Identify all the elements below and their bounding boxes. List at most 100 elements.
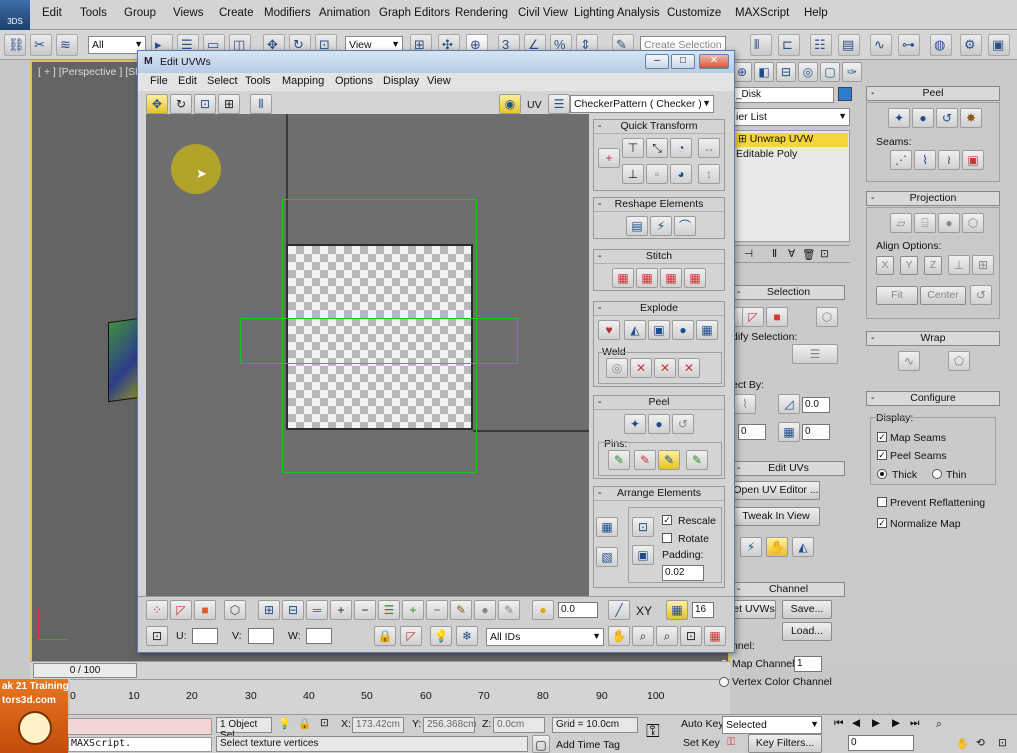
y-coord-field[interactable]: 256.368cm <box>423 717 476 733</box>
center-button[interactable]: Center <box>920 286 966 305</box>
expand-seams-icon[interactable]: ≀ <box>938 150 960 170</box>
view-align-icon[interactable]: ⊞ <box>972 255 994 275</box>
z-coord-field[interactable]: 0.0cm <box>493 717 545 733</box>
prev-frame-icon[interactable]: ◀ <box>852 717 860 729</box>
zoom-extents-icon[interactable]: ⊡ <box>680 626 702 646</box>
arrange-head[interactable]: - Arrange Elements <box>594 487 724 501</box>
dialog-titlebar[interactable]: M Edit UVWs – □ ✕ <box>138 51 734 73</box>
peel-quick-icon[interactable]: ✦ <box>888 108 910 128</box>
rotate-checkbox[interactable] <box>662 533 672 543</box>
menu-create[interactable]: Create <box>219 7 254 19</box>
freeze-icon[interactable]: 💡 <box>430 626 452 646</box>
rescale-checkbox[interactable]: ✓ <box>662 515 672 525</box>
render-setup-icon[interactable]: ⚙ <box>960 34 982 56</box>
unlink-icon[interactable]: ✂ <box>30 34 52 56</box>
best-align-icon[interactable]: ⊥ <box>948 255 970 275</box>
remove-modifier-icon[interactable]: 🗑 <box>802 248 815 261</box>
rotate-tool-icon[interactable]: ↻ <box>170 94 192 114</box>
set-pivot-icon[interactable]: + <box>598 148 620 168</box>
space-vertical-icon[interactable]: ↕ <box>698 164 720 184</box>
absolute-mode-icon[interactable]: ⊡ <box>146 626 168 646</box>
grid-size-spinner[interactable]: 16 <box>692 602 714 618</box>
expand-icon[interactable]: ⊞ <box>738 133 750 145</box>
falloff-spinner[interactable]: 0.0 <box>558 602 598 618</box>
display-tab-icon[interactable]: ▢ <box>820 62 840 82</box>
edge-mode-icon[interactable]: ◸ <box>170 600 192 620</box>
uv-options-icon[interactable]: ☰ <box>548 94 570 114</box>
material-ids-dropdown[interactable]: All IDs ▼ <box>486 628 604 646</box>
quick-planar-icon[interactable]: ⚡ <box>740 537 762 557</box>
uv-shell-horizontal[interactable] <box>240 318 518 364</box>
break-icon[interactable]: ♥ <box>598 320 620 340</box>
pan-icon[interactable]: ✋ <box>608 626 630 646</box>
snap-toggle-icon[interactable]: ▦ <box>666 600 688 620</box>
configure-rollout-head[interactable]: - Configure <box>866 391 1000 406</box>
align-x-button[interactable]: X <box>876 256 894 275</box>
maximize-viewport-icon[interactable]: ⊡ <box>998 737 1007 749</box>
zoom-icon[interactable]: ⌕ <box>632 626 654 646</box>
show-end-result-icon[interactable]: Ⅱ <box>772 248 777 260</box>
planar-map-icon[interactable]: ▱ <box>890 213 912 233</box>
close-button[interactable]: ✕ <box>699 54 729 69</box>
minus-icon[interactable]: − <box>354 600 376 620</box>
texture-map-dropdown[interactable]: CheckerPattern ( Checker ) ▼ <box>570 95 714 113</box>
menu-lighting-analysis[interactable]: Lighting Analysis <box>574 7 660 19</box>
stack-item-unwrap[interactable]: ⊞ Unwrap UVW <box>734 133 848 147</box>
graphite-icon[interactable]: ▤ <box>838 34 860 56</box>
group-pack-icon[interactable]: ⊡ <box>632 517 654 537</box>
link-icon[interactable]: ⛓ <box>4 34 26 56</box>
menu-customize[interactable]: Customize <box>667 7 721 19</box>
projection-rollout-head[interactable]: - Projection <box>866 191 1000 206</box>
select-by-grid-icon[interactable]: ▦ <box>778 422 800 442</box>
edge-sel-to-seams-icon[interactable]: ⌇ <box>914 150 936 170</box>
u-spinner[interactable] <box>192 628 218 644</box>
rotate-minus-90-icon[interactable]: ◕ <box>670 164 692 184</box>
show-map-icon[interactable]: ◉ <box>499 94 521 114</box>
mirror-icon[interactable]: ⫴ <box>750 34 772 56</box>
select-by-angle-icon[interactable]: ◿ <box>778 394 800 414</box>
ring-plus-icon[interactable]: + <box>402 600 424 620</box>
flatten-by-polygon-icon[interactable]: ◭ <box>624 320 646 340</box>
element-select-icon[interactable]: ⬡ <box>816 307 838 327</box>
hide-icon[interactable]: ◸ <box>400 626 422 646</box>
show-grid-icon[interactable]: ▦ <box>704 626 726 646</box>
relax-icon[interactable]: ⚡ <box>650 216 672 236</box>
align-horizontal-icon[interactable]: ⊤ <box>622 138 644 158</box>
make-unique-icon[interactable]: ∀ <box>788 248 795 260</box>
menu-help[interactable]: Help <box>804 7 828 19</box>
uv-editor-viewport[interactable]: ➤ <box>146 114 589 596</box>
modifier-list-dropdown[interactable]: ier List ▼ <box>732 108 850 126</box>
auto-key-button[interactable]: Auto Key <box>681 718 724 730</box>
selection-set-dropdown[interactable]: Selected ▼ <box>722 716 822 734</box>
select-pinned-icon[interactable]: ✎ <box>686 450 708 470</box>
align-y-button[interactable]: Y <box>900 256 918 275</box>
maxscript-output[interactable]: MAXScript. <box>68 737 212 752</box>
peel-lscm-icon[interactable]: ● <box>912 108 934 128</box>
open-uv-editor-button[interactable]: Open UV Editor ... <box>732 481 820 500</box>
reset-gizmo-icon[interactable]: ↺ <box>970 285 992 305</box>
orbit-nav-icon[interactable]: ⟲ <box>976 737 985 749</box>
object-color-swatch[interactable] <box>838 87 852 101</box>
time-slider-thumb[interactable]: 0 / 100 <box>33 663 137 678</box>
pin-selected-icon[interactable]: ✎ <box>608 450 630 470</box>
weld-threshold-icon[interactable]: ✕ <box>678 358 700 378</box>
space-icon[interactable]: ▫ <box>646 164 668 184</box>
dlg-menu-edit[interactable]: Edit <box>178 75 197 87</box>
weld-selected-icon[interactable]: ✕ <box>630 358 652 378</box>
timeline-ruler[interactable]: 0 10 20 30 40 50 60 70 80 90 100 <box>70 679 730 714</box>
reset-uvws-button[interactable]: et UVWs <box>732 600 776 619</box>
normalize-map-checkbox[interactable]: ✓ <box>877 518 887 528</box>
select-by-spinner-3[interactable]: 0 <box>802 424 830 440</box>
peel-rollout-head[interactable]: - Peel <box>866 86 1000 101</box>
minimize-button[interactable]: – <box>645 54 669 69</box>
flatten-by-material-icon[interactable]: ● <box>672 320 694 340</box>
box-map-icon[interactable]: ⬡ <box>962 213 984 233</box>
load-uv-button[interactable]: Load... <box>782 622 832 641</box>
space-horizontal-icon[interactable]: ↔ <box>698 138 720 158</box>
abs-mode-icon[interactable]: ⊡ <box>320 717 329 729</box>
edge-select-icon[interactable]: ◸ <box>742 307 764 327</box>
peel-mode-icon[interactable]: ✸ <box>960 108 982 128</box>
spline-map-icon[interactable]: ∿ <box>898 351 920 371</box>
ring-icon[interactable]: ☰ <box>378 600 400 620</box>
material-editor-icon[interactable]: ◍ <box>930 34 952 56</box>
